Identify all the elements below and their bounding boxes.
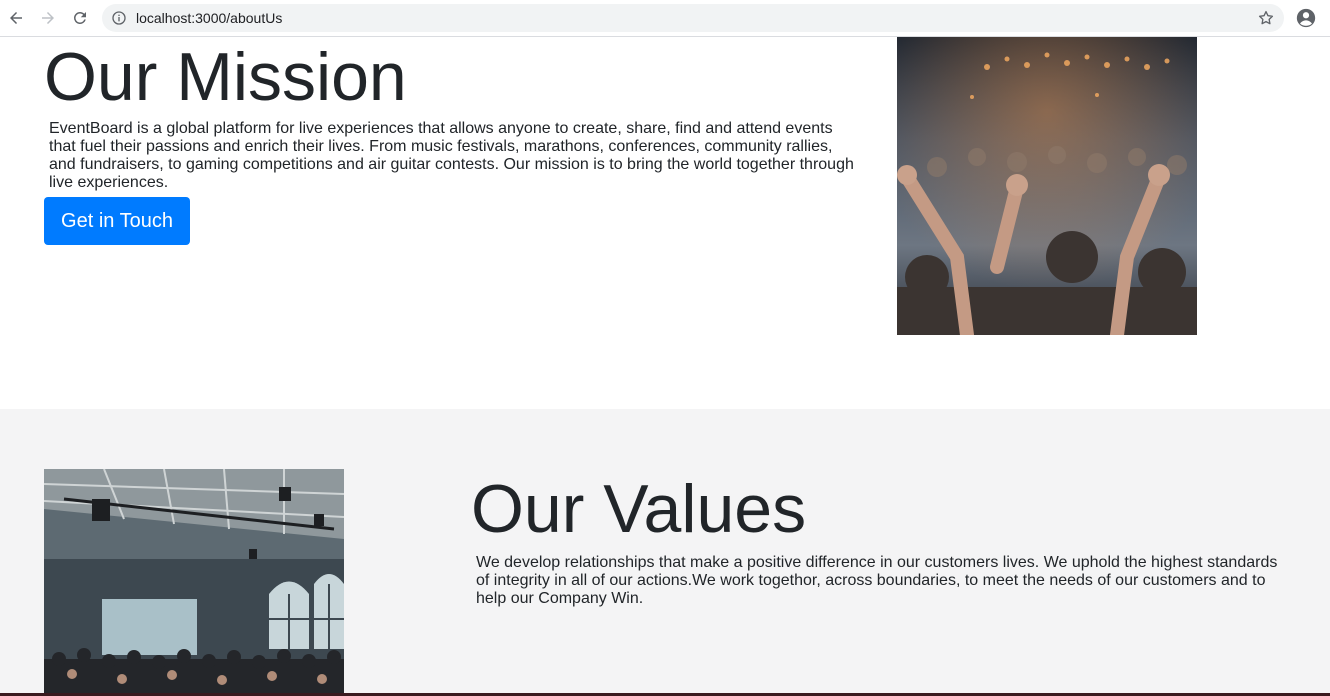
mission-description: EventBoard is a global platform for live… (49, 120, 854, 191)
url-text[interactable]: localhost:3000/aboutUs (136, 10, 282, 26)
arrow-left-icon (10, 12, 22, 24)
arrow-right-icon (42, 12, 54, 24)
account-icon[interactable] (1295, 7, 1317, 29)
conference-hall-image (44, 469, 344, 696)
mission-title: Our Mission (44, 39, 407, 115)
reload-icon (73, 11, 86, 24)
mission-section: Our Mission EventBoard is a global platf… (0, 37, 1330, 409)
reload-button[interactable] (69, 7, 91, 29)
values-description: We develop relationships that make a pos… (476, 554, 1278, 607)
forward-button[interactable] (37, 7, 59, 29)
address-bar[interactable]: localhost:3000/aboutUs (102, 4, 1284, 32)
info-icon[interactable] (111, 10, 127, 26)
get-in-touch-button[interactable]: Get in Touch (44, 197, 190, 245)
browser-toolbar: localhost:3000/aboutUs (0, 0, 1330, 37)
concert-crowd-image (897, 37, 1197, 335)
star-icon[interactable] (1257, 9, 1275, 27)
values-section: Our Values We develop relationships that… (0, 409, 1330, 696)
back-button[interactable] (5, 7, 27, 29)
values-title: Our Values (471, 471, 807, 547)
